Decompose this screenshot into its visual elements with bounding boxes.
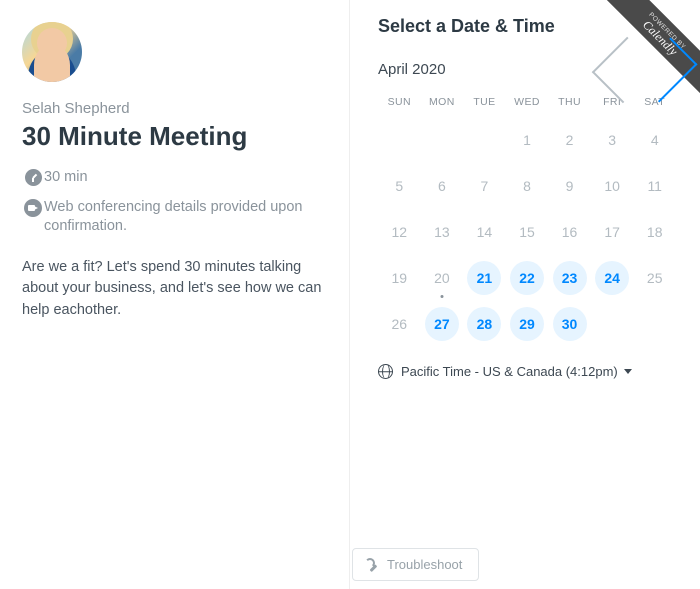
event-title: 30 Minute Meeting (22, 121, 323, 152)
globe-icon (378, 364, 393, 379)
event-details-panel: Selah Shepherd 30 Minute Meeting 30 min … (0, 0, 350, 589)
weekday-header: TUE (463, 96, 506, 108)
calendar-day-available[interactable]: 23 (548, 260, 591, 296)
troubleshoot-label: Troubleshoot (387, 557, 462, 572)
calendar-day-disabled: 14 (463, 214, 506, 250)
calendar-day-disabled: 15 (506, 214, 549, 250)
calendar-day-empty (591, 306, 634, 342)
calendar-day-disabled: 13 (421, 214, 464, 250)
calendar-day-disabled: 7 (463, 168, 506, 204)
calendar-day-available[interactable]: 24 (591, 260, 634, 296)
weekday-header: MON (421, 96, 464, 108)
troubleshoot-button[interactable]: Troubleshoot (352, 548, 479, 581)
calendar: SUNMONTUEWEDTHUFRISAT 123456789101112131… (378, 96, 676, 342)
calendar-day-available[interactable]: 30 (548, 306, 591, 342)
host-name: Selah Shepherd (22, 100, 323, 117)
calendar-day-disabled: 17 (591, 214, 634, 250)
calendar-day-available[interactable]: 28 (463, 306, 506, 342)
calendar-day-disabled: 4 (633, 122, 676, 158)
calendar-day-empty (378, 122, 421, 158)
calendar-day-empty (421, 122, 464, 158)
calendar-day-disabled: 19 (378, 260, 421, 296)
calendar-day-disabled: 6 (421, 168, 464, 204)
calendar-day-disabled: 26 (378, 306, 421, 342)
calendar-day-disabled: 16 (548, 214, 591, 250)
calendar-day-disabled: 10 (591, 168, 634, 204)
calendar-day-available[interactable]: 22 (506, 260, 549, 296)
caret-down-icon (624, 369, 632, 374)
timezone-selector[interactable]: Pacific Time - US & Canada (4:12pm) (378, 364, 676, 379)
calendar-day-empty (463, 122, 506, 158)
duration-text: 30 min (44, 168, 88, 188)
next-month-button[interactable] (658, 63, 672, 77)
weekday-header: WED (506, 96, 549, 108)
calendar-day-disabled: 8 (506, 168, 549, 204)
calendar-day-disabled: 5 (378, 168, 421, 204)
location-row: Web conferencing details provided upon c… (22, 198, 323, 237)
calendar-day-empty (633, 306, 676, 342)
weekday-header: THU (548, 96, 591, 108)
calendar-day-disabled: 1 (506, 122, 549, 158)
event-description: Are we a fit? Let's spend 30 minutes tal… (22, 257, 323, 322)
calendar-day-disabled: 2 (548, 122, 591, 158)
calendar-day-disabled: 20 (421, 260, 464, 296)
calendar-day-disabled: 9 (548, 168, 591, 204)
calendar-day-disabled: 18 (633, 214, 676, 250)
duration-row: 30 min (22, 168, 323, 188)
clock-icon (22, 168, 44, 186)
wrench-icon (365, 558, 379, 572)
calendar-day-available[interactable]: 21 (463, 260, 506, 296)
calendar-day-disabled: 25 (633, 260, 676, 296)
camera-icon (22, 198, 44, 217)
calendar-day-disabled: 12 (378, 214, 421, 250)
timezone-label: Pacific Time - US & Canada (4:12pm) (401, 364, 618, 379)
prev-month-button[interactable] (618, 63, 632, 77)
calendar-day-disabled: 11 (633, 168, 676, 204)
location-text: Web conferencing details provided upon c… (44, 198, 323, 237)
month-label: April 2020 (378, 61, 446, 78)
calendar-day-available[interactable]: 29 (506, 306, 549, 342)
calendar-day-available[interactable]: 27 (421, 306, 464, 342)
weekday-header: SUN (378, 96, 421, 108)
avatar (22, 22, 82, 82)
calendar-day-disabled: 3 (591, 122, 634, 158)
date-picker-panel: POWERED BY Calendly Select a Date & Time… (350, 0, 700, 589)
